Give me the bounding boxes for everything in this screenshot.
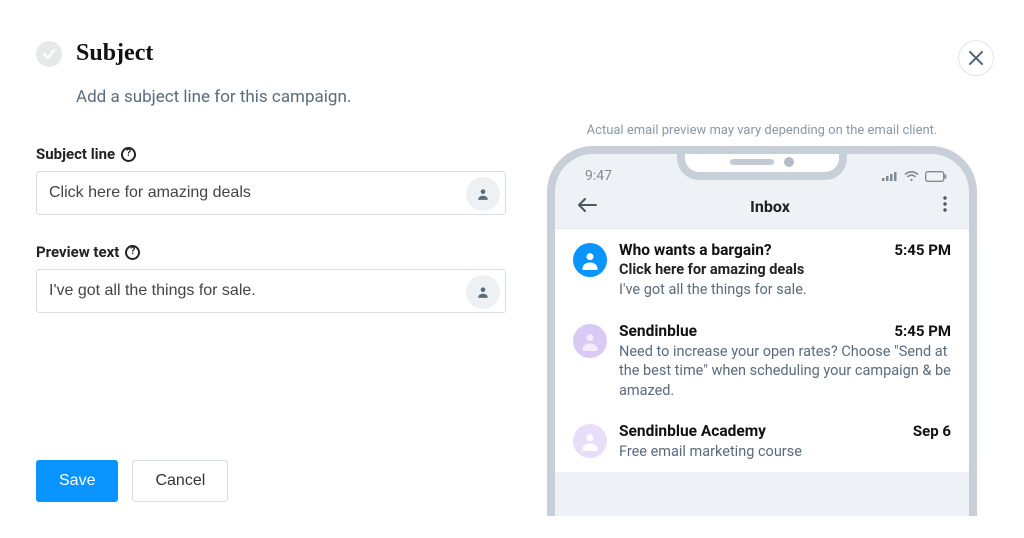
subject-panel: Subject Add a subject line for this camp…: [0, 0, 1024, 538]
preview-column: Actual email preview may vary depending …: [536, 117, 988, 516]
help-icon[interactable]: ?: [121, 147, 136, 162]
inbox-header: Inbox: [555, 188, 969, 228]
action-row: Save Cancel: [36, 460, 228, 502]
email-preview: Free email marketing course: [619, 442, 951, 462]
cancel-button[interactable]: Cancel: [132, 460, 228, 502]
email-preview: I've got all the things for sale.: [619, 280, 951, 300]
email-item[interactable]: Sendinblue Academy Sep 6 Free email mark…: [555, 410, 969, 472]
phone-mockup: 9:47 Inbox: [547, 146, 977, 516]
avatar: [573, 424, 607, 458]
person-icon: [580, 250, 600, 270]
person-icon: [476, 285, 490, 299]
inbox-title: Inbox: [750, 197, 790, 216]
preview-disclaimer: Actual email preview may vary depending …: [536, 123, 988, 138]
more-menu-icon[interactable]: [943, 196, 947, 216]
personalize-subject-button[interactable]: [466, 177, 500, 211]
email-sender: Who wants a bargain?: [619, 241, 772, 259]
completion-check-icon: [36, 41, 62, 67]
subject-line-label: Subject line: [36, 145, 115, 163]
phone-side-button: [547, 374, 548, 424]
section-header: Subject: [36, 40, 988, 67]
email-item[interactable]: Sendinblue 5:45 PM Need to increase your…: [555, 310, 969, 411]
email-sender: Sendinblue: [619, 322, 697, 340]
email-list: Who wants a bargain? 5:45 PM Click here …: [555, 228, 969, 472]
phone-notch: [677, 152, 847, 180]
person-icon: [580, 331, 600, 351]
preview-text-label: Preview text: [36, 243, 119, 261]
email-sender: Sendinblue Academy: [619, 422, 766, 440]
back-arrow-icon[interactable]: [577, 197, 597, 216]
email-item[interactable]: Who wants a bargain? 5:45 PM Click here …: [555, 229, 969, 310]
help-icon[interactable]: ?: [125, 245, 140, 260]
preview-text-input[interactable]: [36, 269, 506, 313]
save-button[interactable]: Save: [36, 460, 118, 502]
avatar: [573, 324, 607, 358]
email-time: 5:45 PM: [894, 241, 951, 259]
person-icon: [580, 431, 600, 451]
personalize-preview-button[interactable]: [466, 275, 500, 309]
email-subject: Click here for amazing deals: [619, 261, 951, 278]
person-icon: [476, 187, 490, 201]
avatar: [573, 243, 607, 277]
phone-side-button: [547, 314, 548, 364]
section-title: Subject: [76, 40, 153, 67]
email-time: 5:45 PM: [894, 322, 951, 340]
phone-side-button: [976, 304, 977, 374]
subject-line-input[interactable]: [36, 171, 506, 215]
email-time: Sep 6: [913, 422, 951, 440]
close-button[interactable]: [958, 40, 994, 76]
close-icon: [969, 51, 983, 65]
form-column: Subject line ? Preview text ?: [36, 117, 536, 516]
section-subtitle: Add a subject line for this campaign.: [76, 87, 988, 107]
phone-side-button: [547, 264, 548, 298]
email-preview: Need to increase your open rates? Choose…: [619, 342, 951, 401]
